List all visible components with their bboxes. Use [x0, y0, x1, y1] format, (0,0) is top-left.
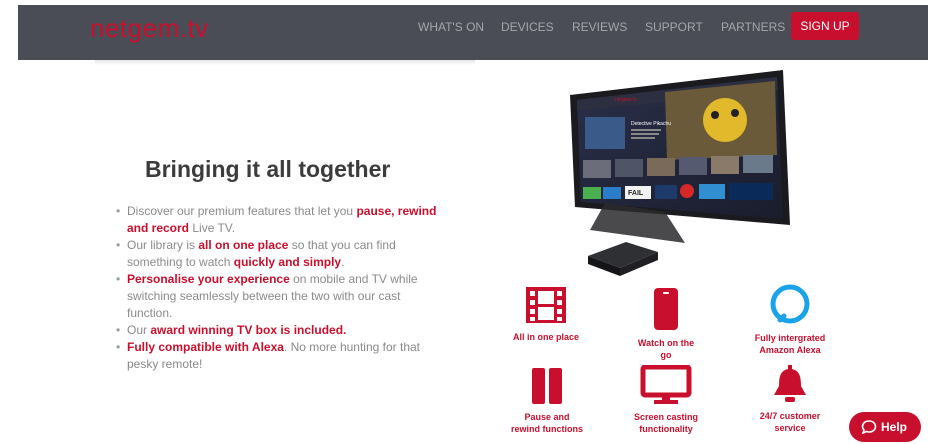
- page-title: Bringing it all together: [145, 156, 391, 182]
- tv-brand: netgem.tv: [615, 97, 637, 103]
- feature-highlight: Fully compatible with Alexa: [127, 340, 284, 354]
- top-navbar: netgem.tv WHAT'S ON DEVICES REVIEWS SUPP…: [18, 5, 928, 60]
- monitor-icon: [640, 365, 692, 404]
- feature-label: Fully intergrated Amazon Alexa: [754, 333, 826, 355]
- feature-label: Pause and rewind functions: [511, 412, 583, 434]
- feature-item: Fully compatible with Alexa. No more hun…: [113, 339, 443, 373]
- feature-text: .: [341, 255, 345, 269]
- nav-reviews[interactable]: REVIEWS: [572, 20, 627, 34]
- nav-whats-on[interactable]: WHAT'S ON: [418, 20, 484, 34]
- feature-label: Watch on the go: [637, 338, 695, 360]
- feature-highlight: award winning TV box is included.: [150, 323, 347, 337]
- feature-list: Discover our premium features that let y…: [113, 203, 443, 373]
- help-label: Help: [881, 420, 908, 434]
- alexa-ring-icon: [770, 284, 810, 324]
- nav-partners[interactable]: PARTNERS: [721, 20, 785, 34]
- feature-text: Live TV.: [189, 221, 236, 235]
- feature-pause-rewind: Pause and rewind functions: [510, 367, 584, 435]
- phone-icon: [654, 288, 678, 330]
- feature-text: Discover our premium features that let y…: [127, 204, 357, 218]
- feature-label: 24/7 customer service: [759, 411, 821, 433]
- feature-item: Our library is all on one place so that …: [113, 237, 443, 271]
- feature-item: Our award winning TV box is included.: [113, 322, 443, 339]
- feature-label: All in one place: [512, 332, 579, 342]
- tv-box-illustration: [588, 242, 658, 276]
- feature-customer-service: 24/7 customer service: [754, 364, 826, 434]
- tv-tile-fail: FAIL: [628, 190, 644, 197]
- bell-icon: [774, 365, 806, 402]
- nav-shadow: [95, 60, 475, 65]
- feature-highlight: all on one place: [198, 238, 289, 252]
- nav-devices[interactable]: DEVICES: [501, 20, 554, 34]
- feature-alexa: Fully intergrated Amazon Alexa: [750, 284, 830, 356]
- film-icon: [526, 287, 566, 323]
- tv-illustration: netgem.tv Detective Pikachu FAIL: [570, 70, 790, 243]
- feature-highlight: Personalise your experience: [127, 272, 290, 286]
- feature-text: Our: [127, 323, 151, 337]
- feature-text: Our library is: [127, 238, 199, 252]
- feature-item: Discover our premium features that let y…: [113, 203, 443, 237]
- chat-bubble-icon: [861, 420, 877, 434]
- tv-show-title: Detective Pikachu: [631, 121, 671, 127]
- help-button[interactable]: Help: [849, 412, 921, 442]
- logo[interactable]: netgem.tv: [90, 13, 209, 44]
- feature-label: Screen casting functionality: [633, 412, 699, 434]
- feature-all-in-one: All in one place: [510, 285, 582, 343]
- nav-support[interactable]: SUPPORT: [645, 20, 703, 34]
- pause-icon: [532, 368, 562, 404]
- feature-item: Personalise your experience on mobile an…: [113, 271, 443, 322]
- sign-up-button[interactable]: SIGN UP: [791, 12, 859, 40]
- feature-watch-on-go: Watch on the go: [634, 287, 698, 361]
- feature-highlight: quickly and simply: [233, 255, 342, 269]
- feature-screen-casting: Screen casting functionality: [628, 365, 704, 435]
